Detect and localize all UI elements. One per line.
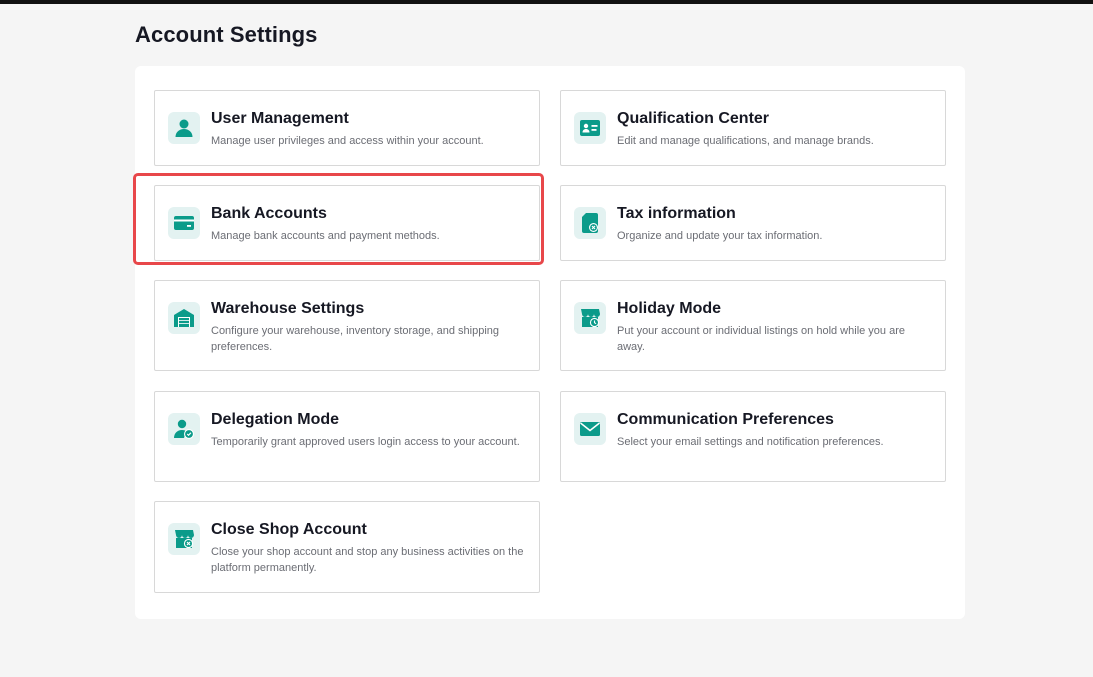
communication-preferences-card[interactable]: Communication Preferences Select your em… bbox=[560, 391, 946, 482]
card-description: Temporarily grant approved users login a… bbox=[211, 436, 520, 448]
card-title: Close Shop Account bbox=[211, 521, 367, 538]
qualification-center-card[interactable]: Qualification Center Edit and manage qua… bbox=[560, 90, 946, 166]
card-description: Put your account or individual listings … bbox=[617, 325, 905, 353]
delegation-mode-card[interactable]: Delegation Mode Temporarily grant approv… bbox=[154, 391, 540, 482]
card-description: Configure your warehouse, inventory stor… bbox=[211, 325, 500, 353]
store-clock-icon bbox=[574, 302, 606, 334]
close-shop-account-card[interactable]: Close Shop Account Close your shop accou… bbox=[154, 501, 540, 593]
store-close-icon bbox=[168, 523, 200, 555]
tax-information-card[interactable]: Tax information Organize and update your… bbox=[560, 185, 946, 261]
user-check-icon bbox=[168, 413, 200, 445]
card-title: Tax information bbox=[617, 205, 736, 222]
bank-card-icon bbox=[168, 207, 200, 239]
warehouse-icon bbox=[168, 302, 200, 334]
card-description: Select your email settings and notificat… bbox=[617, 436, 884, 448]
top-bar bbox=[0, 0, 1093, 4]
user-management-card[interactable]: User Management Manage user privileges a… bbox=[154, 90, 540, 166]
card-description: Manage user privileges and access within… bbox=[211, 135, 484, 147]
card-description: Manage bank accounts and payment methods… bbox=[211, 230, 440, 242]
card-title: Qualification Center bbox=[617, 110, 770, 127]
holiday-mode-card[interactable]: Holiday Mode Put your account or individ… bbox=[560, 280, 946, 371]
envelope-icon bbox=[574, 413, 606, 445]
card-title: Warehouse Settings bbox=[211, 300, 365, 317]
card-title: Holiday Mode bbox=[617, 300, 722, 317]
tax-document-icon bbox=[574, 207, 606, 239]
page-title: Account Settings bbox=[135, 22, 318, 47]
card-title: User Management bbox=[211, 110, 349, 127]
card-description: Close your shop account and stop any bus… bbox=[211, 546, 524, 574]
card-title: Communication Preferences bbox=[617, 411, 834, 428]
warehouse-settings-card[interactable]: Warehouse Settings Configure your wareho… bbox=[154, 280, 540, 371]
card-description: Edit and manage qualifications, and mana… bbox=[617, 135, 874, 147]
card-description: Organize and update your tax information… bbox=[617, 230, 823, 242]
card-title: Bank Accounts bbox=[211, 205, 327, 222]
bank-accounts-card[interactable]: Bank Accounts Manage bank accounts and p… bbox=[154, 185, 540, 261]
card-title: Delegation Mode bbox=[211, 411, 340, 428]
user-icon bbox=[168, 112, 200, 144]
id-card-icon bbox=[574, 112, 606, 144]
